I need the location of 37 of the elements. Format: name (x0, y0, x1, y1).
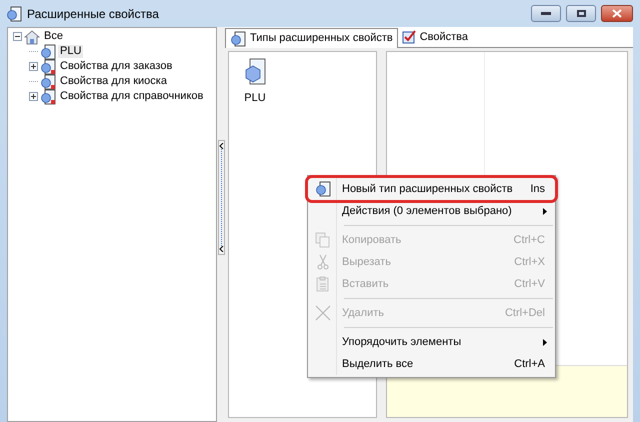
menu-item[interactable]: Выделить все Ctrl+A (310, 353, 553, 375)
copy-icon (315, 232, 331, 248)
close-button[interactable] (601, 5, 633, 22)
delete-icon (315, 305, 331, 321)
tree-item[interactable]: Свойства для заказов (58, 60, 174, 73)
clipboard-icon (315, 276, 331, 292)
list-item[interactable]: PLU (231, 58, 279, 415)
minimize-button[interactable] (531, 5, 561, 22)
menu-item[interactable]: Действия (0 элементов выбрано) (310, 200, 553, 222)
close-icon (612, 9, 622, 18)
property-group-icon (40, 88, 56, 104)
expand-icon[interactable] (28, 92, 38, 101)
tab[interactable]: Типы расширенных свойств (225, 28, 398, 48)
property-icon (40, 44, 56, 60)
tree-item[interactable]: Свойства для справочников (58, 90, 206, 103)
tree-item[interactable]: Все (42, 30, 65, 43)
menu-item[interactable]: Упорядочить элементы (310, 331, 553, 353)
expand-icon[interactable] (28, 62, 38, 71)
tree-item[interactable]: PLU (58, 45, 84, 58)
window-icon (6, 6, 22, 22)
scissors-icon (315, 254, 331, 270)
menu-item[interactable]: Новый тип расширенных свойств Ins (308, 178, 555, 200)
property-icon (230, 30, 246, 46)
splitter-handle[interactable] (218, 140, 224, 254)
property-icon (315, 181, 331, 197)
submenu-arrow-icon (543, 208, 547, 214)
collapse-icon[interactable] (12, 32, 22, 41)
tree-item[interactable]: Свойства для киоска (58, 75, 169, 88)
tab[interactable]: Свойства (398, 27, 472, 47)
submenu-arrow-icon (543, 338, 547, 346)
property-group-icon (40, 58, 56, 74)
window-title: Расширенные свойства (27, 6, 159, 22)
property-group-icon (40, 74, 56, 90)
house-icon (24, 28, 40, 44)
property-icon (244, 58, 266, 86)
checkbox-icon (402, 30, 416, 44)
maximize-button[interactable] (566, 5, 596, 22)
